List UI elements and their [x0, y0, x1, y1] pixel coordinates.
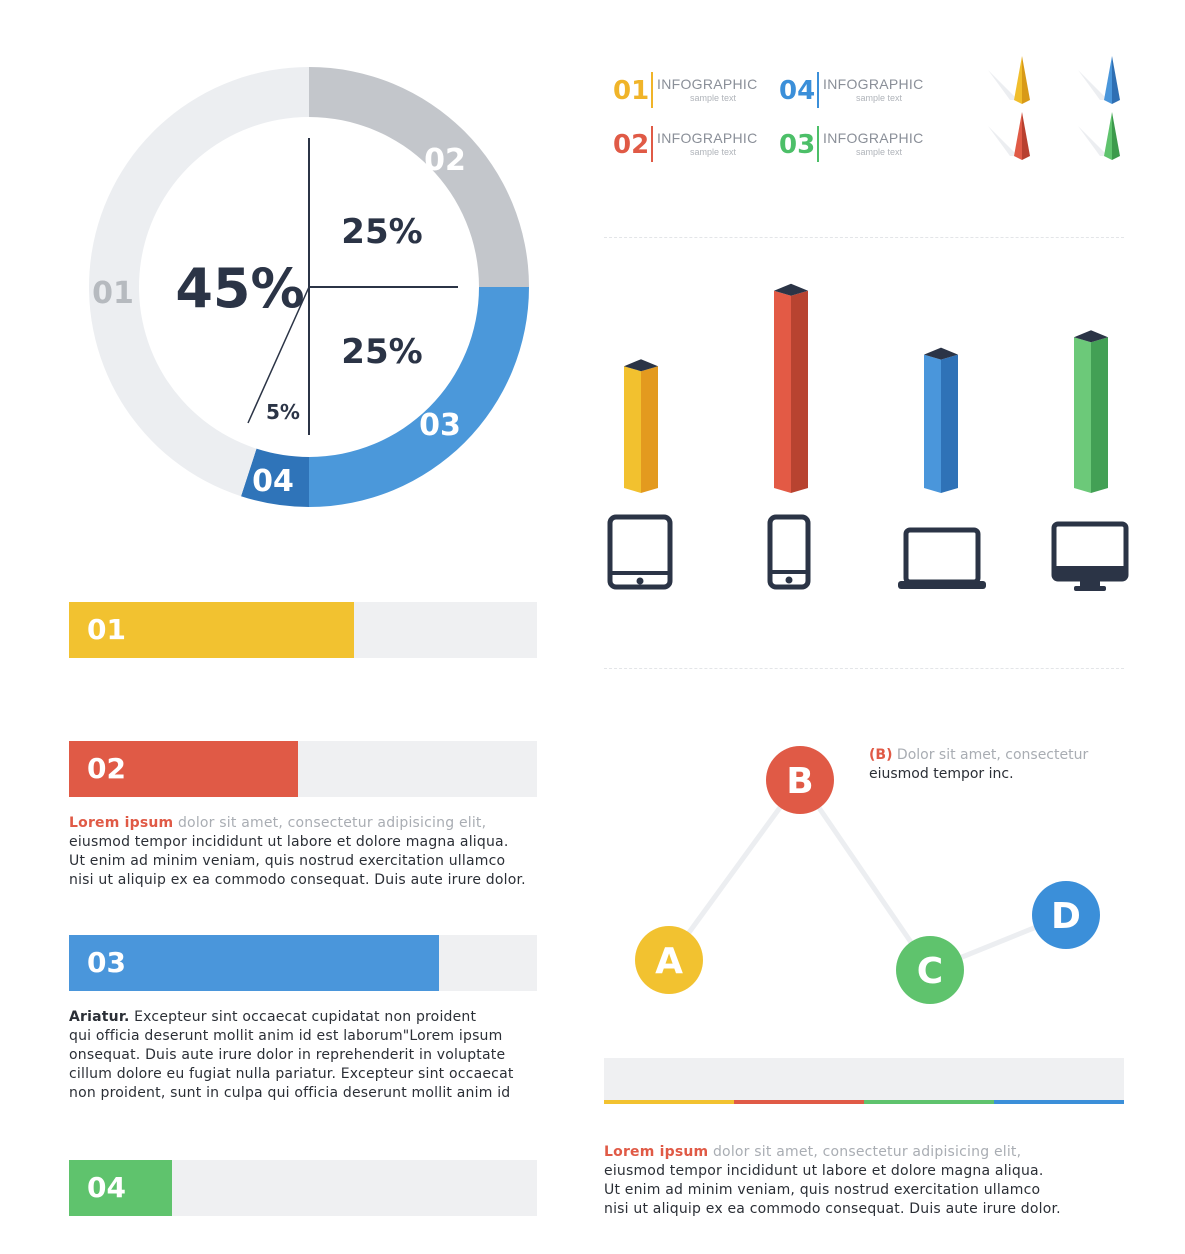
- legend-divider: [817, 72, 819, 108]
- text-block-ariatur: Ariatur. Excepteur sint occaecat cupidat…: [69, 1008, 514, 1103]
- legend-title: INFOGRAPHIC: [657, 130, 758, 146]
- stripe-red: [734, 1100, 864, 1104]
- phone-icon: [767, 514, 811, 590]
- text-line: qui officia deserunt mollit anim id est …: [69, 1028, 503, 1044]
- text-lead: Lorem ipsum: [604, 1144, 709, 1160]
- legend-item-03: 03 INFOGRAPHIC sample text: [779, 126, 939, 170]
- text-line: Ut enim ad minim veniam, quis nostrud ex…: [604, 1182, 1041, 1198]
- bar3d-3: [924, 347, 958, 493]
- legend-number: 02: [613, 130, 650, 160]
- legend-number: 03: [779, 130, 816, 160]
- progress-label: 04: [87, 1171, 126, 1204]
- node-b-label: B: [786, 761, 813, 802]
- donut-segment-02: [309, 67, 529, 287]
- progress-bar-04: 04: [69, 1160, 537, 1216]
- node-a: A: [635, 926, 703, 994]
- bar3d-1: [624, 359, 658, 493]
- monitor-icon: [1051, 521, 1129, 591]
- stripe-blue: [994, 1100, 1124, 1104]
- device-bar-chart: [607, 283, 1129, 591]
- legend-divider: [817, 126, 819, 162]
- donut-quadrant-bottom: 25%: [341, 332, 422, 372]
- text-line: nisi ut aliquip ex ea commodo consequat.…: [69, 872, 526, 888]
- stripe-green: [864, 1100, 994, 1104]
- color-stripe-panel: [604, 1058, 1124, 1100]
- note-tag: (B): [869, 747, 893, 763]
- legend-item-04: 04 INFOGRAPHIC sample text: [779, 72, 939, 116]
- blue-pin-icon: [1078, 56, 1120, 104]
- text-block-lorem: Lorem ipsum dolor sit amet, consectetur …: [69, 814, 526, 890]
- node-a-label: A: [655, 941, 683, 982]
- donut-segment-03: [309, 287, 529, 507]
- progress-label: 01: [87, 613, 126, 646]
- progress-bar-01: 01: [69, 602, 537, 658]
- text-soft: dolor sit amet, consectetur adipisicing …: [708, 1144, 1022, 1160]
- node-d-label: D: [1051, 896, 1081, 937]
- progress-label: 02: [87, 752, 126, 785]
- laptop-icon: [898, 527, 986, 589]
- stripe-yellow: [604, 1100, 734, 1104]
- text-line: nisi ut aliquip ex ea commodo consequat.…: [604, 1201, 1061, 1217]
- legend-subtitle: sample text: [855, 93, 903, 103]
- node-b: B: [766, 746, 834, 814]
- green-pin-icon: [1078, 112, 1120, 160]
- legend-title: INFOGRAPHIC: [823, 76, 924, 92]
- progress-bar-03: 03: [69, 935, 537, 991]
- donut-label-04: 04: [252, 464, 294, 499]
- legend-title: INFOGRAPHIC: [657, 76, 758, 92]
- bar3d-2: [774, 283, 808, 493]
- node-b-note: (B) Dolor sit amet, consectetur eiusmod …: [869, 746, 1088, 784]
- text-soft: dolor sit amet, consectetur adipisicing …: [173, 815, 487, 831]
- donut-quadrant-top: 25%: [341, 212, 422, 252]
- text-line: onsequat. Duis aute irure dolor in repre…: [69, 1047, 506, 1063]
- text-line: non proident, sunt in culpa qui officia …: [69, 1085, 511, 1101]
- progress-label: 03: [87, 946, 126, 979]
- legend-divider: [651, 126, 653, 162]
- red-pin-icon: [988, 112, 1030, 160]
- legend-subtitle: sample text: [855, 147, 903, 157]
- text-line: Ut enim ad minim veniam, quis nostrud ex…: [69, 853, 506, 869]
- text-line: eiusmod tempor incididunt ut labore et d…: [604, 1163, 1044, 1179]
- text-lead: Lorem ipsum: [69, 815, 174, 831]
- legend-title: INFOGRAPHIC: [823, 130, 924, 146]
- donut-chart: 45% 25% 25% 5% 01 02 03 04: [89, 67, 529, 507]
- note-soft: Dolor sit amet, consectetur: [892, 747, 1089, 763]
- text-lead: Ariatur.: [69, 1009, 130, 1025]
- donut-label-02: 02: [424, 143, 466, 178]
- donut-label-01: 01: [92, 276, 134, 311]
- text-line: cillum dolore eu fugiat nulla pariatur. …: [69, 1066, 514, 1082]
- legend-item-02: 02 INFOGRAPHIC sample text: [613, 126, 773, 170]
- donut-center-value: 45%: [175, 257, 304, 320]
- text-first: Excepteur sint occaecat cupidatat non pr…: [129, 1009, 477, 1025]
- edge-b-c: [797, 778, 933, 972]
- progress-bar-02: 02: [69, 741, 537, 797]
- node-d: D: [1032, 881, 1100, 949]
- donut-slice-small: 5%: [266, 400, 300, 424]
- text-line: eiusmod tempor incididunt ut labore et d…: [69, 834, 509, 850]
- bar3d-4: [1074, 330, 1108, 493]
- tablet-icon: [607, 514, 673, 590]
- legend-item-01: 01 INFOGRAPHIC sample text: [613, 72, 773, 116]
- yellow-pin-icon: [988, 56, 1030, 104]
- node-c: C: [896, 936, 964, 1004]
- legend-number: 01: [613, 76, 650, 106]
- legend-number: 04: [779, 76, 816, 106]
- dashed-separator: [604, 237, 1124, 238]
- note-line: eiusmod tempor inc.: [869, 766, 1014, 782]
- node-c-label: C: [917, 951, 943, 992]
- dashed-separator: [604, 668, 1124, 669]
- legend-subtitle: sample text: [689, 147, 737, 157]
- legend-subtitle: sample text: [689, 93, 737, 103]
- legend-divider: [651, 72, 653, 108]
- donut-label-03: 03: [419, 408, 461, 443]
- text-block-bottom: Lorem ipsum dolor sit amet, consectetur …: [604, 1143, 1061, 1219]
